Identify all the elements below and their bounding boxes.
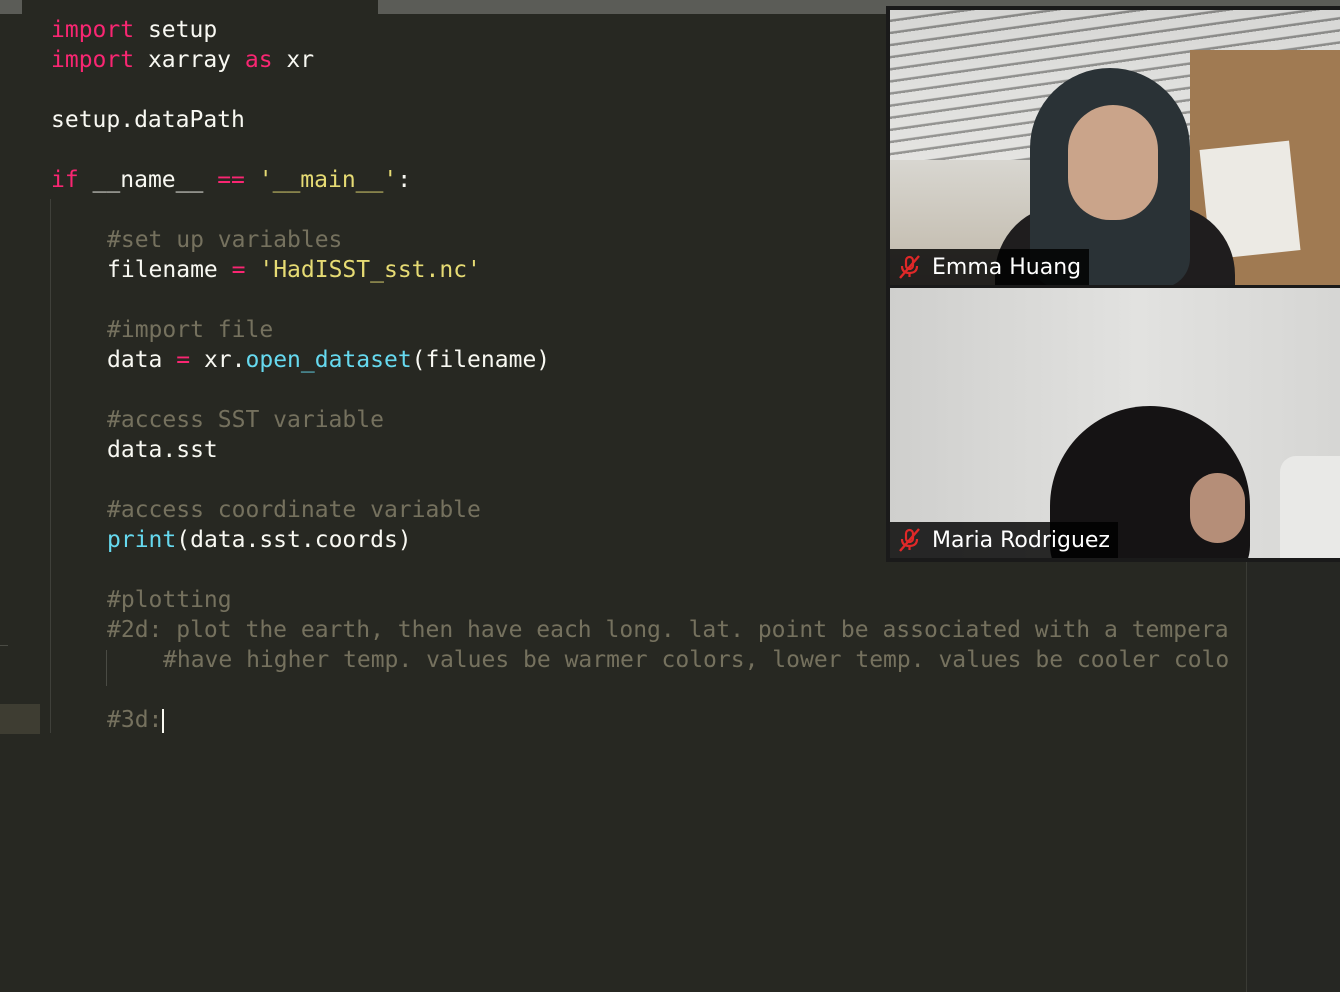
participant-nameplate: Maria Rodriguez xyxy=(890,522,1118,558)
code-line: if __name__ == '__main__': xyxy=(51,165,411,195)
participant-face xyxy=(1068,105,1158,220)
code-token-operator: = xyxy=(231,257,246,283)
code-line: filename = 'HadISST_sst.nc' xyxy=(107,255,481,285)
code-token: __name__ xyxy=(78,167,218,193)
code-token: xarray xyxy=(134,47,245,73)
screen: import setup import xarray as xr setup.d… xyxy=(0,0,1340,992)
participant-video xyxy=(890,10,1340,285)
code-token-function: print xyxy=(107,527,177,553)
code-token: setup.dataPath xyxy=(51,107,245,133)
participant-video xyxy=(890,288,1340,558)
video-call-panel: Emma Huang Maria Rodriguez xyxy=(886,6,1340,562)
code-token-keyword: if xyxy=(51,167,79,193)
indent-guide-nested xyxy=(106,650,107,686)
code-token: : xyxy=(397,167,412,193)
code-token-operator: == xyxy=(217,167,245,193)
participant-video-tile[interactable]: Emma Huang xyxy=(890,10,1340,285)
code-line: data.sst xyxy=(107,437,218,463)
code-comment: #access SST variable xyxy=(107,407,384,433)
code-line: print(data.sst.coords) xyxy=(107,525,412,555)
code-comment: #set up variables xyxy=(107,227,343,253)
fold-marker xyxy=(0,645,8,646)
code-comment: #3d: xyxy=(107,707,163,733)
code-token-operator: = xyxy=(176,347,191,373)
code-token: data xyxy=(107,347,177,373)
code-comment: #access coordinate variable xyxy=(107,497,481,523)
code-line: import xarray as xr xyxy=(51,45,314,75)
muted-microphone-icon xyxy=(899,255,920,279)
code-token-string: 'HadISST_sst.nc' xyxy=(259,257,481,283)
editor-tab-active[interactable] xyxy=(22,0,378,14)
code-comment: #have higher temp. values be warmer colo… xyxy=(163,647,1230,673)
code-text: import setup import xarray as xr setup.d… xyxy=(0,14,1229,733)
participant-video-tile[interactable]: Maria Rodriguez xyxy=(890,288,1340,558)
code-line: import setup xyxy=(51,15,217,45)
code-token-keyword: import xyxy=(51,47,135,73)
current-line-gutter-highlight xyxy=(0,704,40,734)
background-furniture xyxy=(1280,456,1340,558)
code-token-keyword: import xyxy=(51,17,135,43)
text-cursor xyxy=(162,708,165,733)
code-token: setup xyxy=(134,17,218,43)
code-token-keyword: as xyxy=(244,47,273,73)
code-line: data = xr.open_dataset(filename) xyxy=(107,345,550,375)
code-line-current: #3d: xyxy=(107,705,165,735)
code-token: xr xyxy=(272,47,315,73)
code-comment: #import file xyxy=(107,317,274,343)
muted-microphone-icon xyxy=(899,528,920,552)
participant-hand xyxy=(1190,473,1245,543)
code-token: (filename) xyxy=(411,347,551,373)
participant-name: Maria Rodriguez xyxy=(932,527,1110,553)
code-token: xr. xyxy=(190,347,246,373)
participant-name: Emma Huang xyxy=(932,254,1082,280)
code-token-function: open_dataset xyxy=(245,347,412,373)
code-token: filename xyxy=(107,257,232,283)
code-comment: #2d: plot the earth, then have each long… xyxy=(107,617,1229,643)
code-line: setup.dataPath xyxy=(51,105,245,135)
participant-nameplate: Emma Huang xyxy=(890,249,1090,285)
code-token: (data.sst.coords) xyxy=(176,527,412,553)
code-token-string: '__main__' xyxy=(258,167,398,193)
code-comment: #plotting xyxy=(107,587,232,613)
